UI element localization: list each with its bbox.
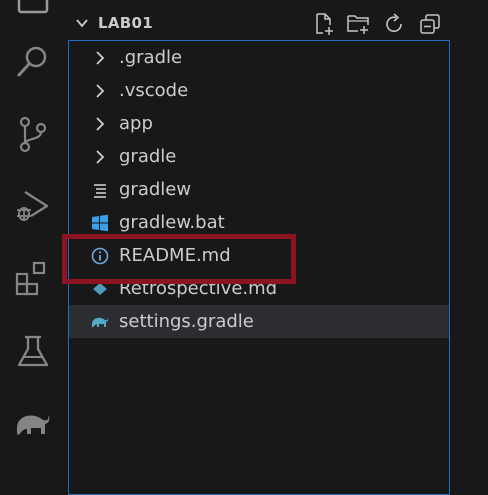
tree-folder-item[interactable]: .vscode xyxy=(69,74,449,107)
chevron-right-icon xyxy=(91,148,109,166)
tree-folder-item[interactable]: .gradle xyxy=(69,41,449,74)
tree-file-item[interactable]: settings.gradle xyxy=(69,305,449,338)
tree-item-label: gradle xyxy=(119,146,177,167)
explorer-header[interactable]: LAB01 xyxy=(68,8,452,38)
testing-icon[interactable] xyxy=(13,332,53,372)
tree-item-label: app xyxy=(119,113,153,134)
new-file-icon[interactable] xyxy=(312,12,336,36)
text-lines-icon xyxy=(91,181,109,199)
tree-folder-item[interactable]: app xyxy=(69,107,449,140)
tree-item-label: gradlew.bat xyxy=(119,212,225,233)
editor-edge xyxy=(452,0,488,489)
run-debug-icon[interactable] xyxy=(13,186,53,226)
markdown-diamond-icon xyxy=(91,280,109,298)
tree-item-label: .gradle xyxy=(119,47,183,68)
chevron-right-icon xyxy=(91,82,109,100)
chevron-right-icon xyxy=(91,49,109,67)
chevron-right-icon xyxy=(91,115,109,133)
explorer-sidebar: LAB01 .gradle .vscode app gradle gradlew grad… xyxy=(68,0,452,495)
explorer-icon[interactable] xyxy=(13,0,53,18)
source-control-icon[interactable] xyxy=(13,114,53,154)
chevron-down-icon[interactable] xyxy=(74,15,90,31)
collapse-all-icon[interactable] xyxy=(418,12,442,36)
gradle-icon[interactable] xyxy=(13,404,53,444)
tree-folder-item[interactable]: gradle xyxy=(69,140,449,173)
search-icon[interactable] xyxy=(13,42,53,82)
windows-icon xyxy=(91,214,109,232)
tree-file-item[interactable]: gradlew.bat xyxy=(69,206,449,239)
tree-file-item[interactable]: Retrospective.md xyxy=(69,272,449,305)
tree-item-label: .vscode xyxy=(119,80,189,101)
tree-item-label: README.md xyxy=(119,245,231,266)
tree-item-label: Retrospective.md xyxy=(119,278,278,299)
new-folder-icon[interactable] xyxy=(346,12,370,36)
tree-item-label: gradlew xyxy=(119,179,192,200)
folder-title[interactable]: LAB01 xyxy=(98,14,153,32)
info-icon xyxy=(91,247,109,265)
activity-bar xyxy=(0,0,68,489)
extensions-icon[interactable] xyxy=(13,260,53,300)
tree-item-label: settings.gradle xyxy=(119,311,254,332)
tree-file-item[interactable]: gradlew xyxy=(69,173,449,206)
tree-file-item[interactable]: README.md xyxy=(69,239,449,272)
refresh-icon[interactable] xyxy=(382,12,406,36)
gradle-elephant-icon xyxy=(91,313,109,331)
